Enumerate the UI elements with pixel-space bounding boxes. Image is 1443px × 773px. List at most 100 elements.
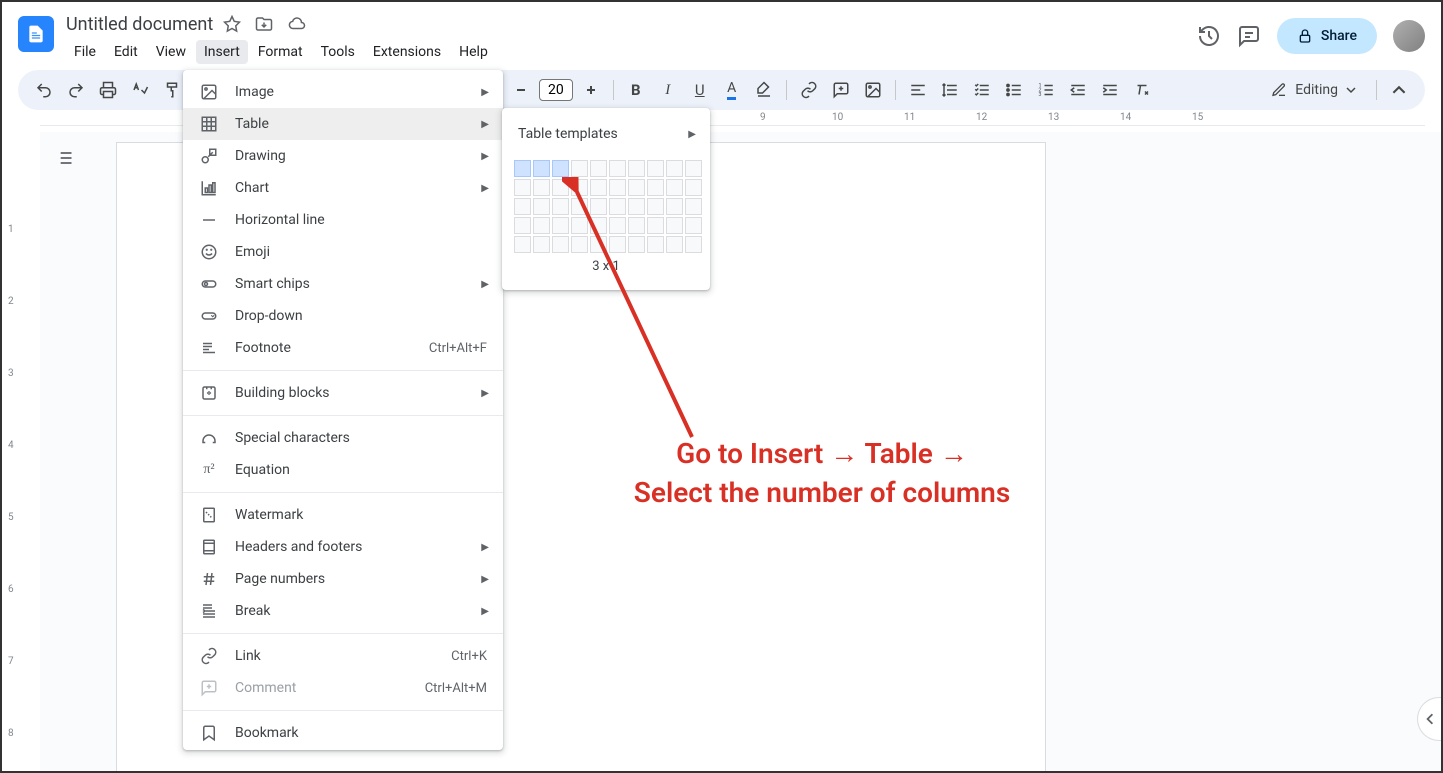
grid-cell[interactable] xyxy=(590,236,607,253)
editing-mode-button[interactable]: Editing xyxy=(1259,78,1368,102)
grid-cell[interactable] xyxy=(647,217,664,234)
insert-headers-and-footers[interactable]: Headers and footers▶ xyxy=(183,531,503,563)
grid-cell[interactable] xyxy=(571,179,588,196)
insert-watermark[interactable]: Watermark xyxy=(183,499,503,531)
insert-chart[interactable]: Chart▶ xyxy=(183,172,503,204)
grid-cell[interactable] xyxy=(552,179,569,196)
grid-cell[interactable] xyxy=(647,236,664,253)
share-button[interactable]: Share xyxy=(1277,18,1377,54)
grid-cell[interactable] xyxy=(590,160,607,177)
grid-cell[interactable] xyxy=(666,179,683,196)
insert-link[interactable]: LinkCtrl+K xyxy=(183,640,503,672)
menu-tools[interactable]: Tools xyxy=(313,40,363,64)
grid-cell[interactable] xyxy=(666,160,683,177)
insert-image-button[interactable] xyxy=(859,76,887,104)
grid-cell[interactable] xyxy=(514,198,531,215)
grid-cell[interactable] xyxy=(666,217,683,234)
grid-cell[interactable] xyxy=(514,179,531,196)
insert-image[interactable]: Image▶ xyxy=(183,76,503,108)
insert-special-characters[interactable]: Special characters xyxy=(183,422,503,454)
bold-button[interactable]: B xyxy=(622,76,650,104)
insert-footnote[interactable]: FootnoteCtrl+Alt+F xyxy=(183,332,503,364)
grid-cell[interactable] xyxy=(666,198,683,215)
grid-cell[interactable] xyxy=(609,179,626,196)
font-size-inc-button[interactable] xyxy=(577,76,605,104)
history-icon[interactable] xyxy=(1197,24,1221,48)
insert-break[interactable]: Break▶ xyxy=(183,595,503,627)
move-icon[interactable] xyxy=(255,15,273,33)
menu-help[interactable]: Help xyxy=(451,40,496,64)
avatar[interactable] xyxy=(1393,20,1425,52)
grid-cell[interactable] xyxy=(647,160,664,177)
collapse-toolbar-button[interactable] xyxy=(1385,76,1413,104)
italic-button[interactable]: I xyxy=(654,76,682,104)
grid-cell[interactable] xyxy=(685,217,702,234)
grid-cell[interactable] xyxy=(609,236,626,253)
grid-cell[interactable] xyxy=(514,236,531,253)
menu-insert[interactable]: Insert xyxy=(196,40,248,64)
grid-cell[interactable] xyxy=(628,198,645,215)
checklist-button[interactable] xyxy=(968,76,996,104)
menu-edit[interactable]: Edit xyxy=(106,40,146,64)
underline-button[interactable]: U xyxy=(686,76,714,104)
grid-cell[interactable] xyxy=(571,198,588,215)
table-templates-item[interactable]: Table templates ▶ xyxy=(502,116,710,152)
grid-cell[interactable] xyxy=(685,236,702,253)
numbered-list-button[interactable]: 123 xyxy=(1032,76,1060,104)
grid-cell[interactable] xyxy=(628,160,645,177)
grid-cell[interactable] xyxy=(590,198,607,215)
insert-emoji[interactable]: Emoji xyxy=(183,236,503,268)
text-color-button[interactable]: A xyxy=(718,76,746,104)
add-comment-button[interactable] xyxy=(827,76,855,104)
grid-cell[interactable] xyxy=(685,160,702,177)
grid-cell[interactable] xyxy=(552,198,569,215)
indent-inc-button[interactable] xyxy=(1096,76,1124,104)
grid-cell[interactable] xyxy=(609,198,626,215)
grid-cell[interactable] xyxy=(647,198,664,215)
grid-cell[interactable] xyxy=(647,179,664,196)
grid-cell[interactable] xyxy=(628,217,645,234)
grid-cell[interactable] xyxy=(628,179,645,196)
highlight-button[interactable] xyxy=(750,76,778,104)
insert-page-numbers[interactable]: Page numbers▶ xyxy=(183,563,503,595)
insert-horizontal-line[interactable]: Horizontal line xyxy=(183,204,503,236)
grid-cell[interactable] xyxy=(628,236,645,253)
cloud-status-icon[interactable] xyxy=(287,15,307,33)
grid-cell[interactable] xyxy=(609,160,626,177)
grid-cell[interactable] xyxy=(533,179,550,196)
insert-bookmark[interactable]: Bookmark xyxy=(183,717,503,749)
table-grid-picker[interactable]: 3 x 1 xyxy=(502,152,710,278)
paint-format-button[interactable] xyxy=(158,76,186,104)
insert-drawing[interactable]: Drawing▶ xyxy=(183,140,503,172)
line-spacing-button[interactable] xyxy=(936,76,964,104)
insert-drop-down[interactable]: Drop-down xyxy=(183,300,503,332)
grid-cell[interactable] xyxy=(552,236,569,253)
clear-format-button[interactable] xyxy=(1128,76,1156,104)
insert-smart-chips[interactable]: Smart chips▶ xyxy=(183,268,503,300)
grid-cell[interactable] xyxy=(514,160,531,177)
align-button[interactable] xyxy=(904,76,932,104)
grid-cell[interactable] xyxy=(571,236,588,253)
ruler-vertical[interactable]: 12345678 xyxy=(6,132,22,771)
menu-view[interactable]: View xyxy=(148,40,194,64)
doc-title[interactable]: Untitled document xyxy=(66,14,213,35)
grid-cell[interactable] xyxy=(514,217,531,234)
bullet-list-button[interactable] xyxy=(1000,76,1028,104)
grid-cell[interactable] xyxy=(533,217,550,234)
grid-cell[interactable] xyxy=(533,160,550,177)
grid-cell[interactable] xyxy=(552,217,569,234)
grid-cell[interactable] xyxy=(685,198,702,215)
star-icon[interactable] xyxy=(223,15,241,33)
insert-building-blocks[interactable]: Building blocks▶ xyxy=(183,377,503,409)
font-size-dec-button[interactable] xyxy=(507,76,535,104)
grid-cell[interactable] xyxy=(571,217,588,234)
insert-table[interactable]: Table▶ xyxy=(183,108,503,140)
redo-button[interactable] xyxy=(62,76,90,104)
grid-cell[interactable] xyxy=(590,217,607,234)
menu-extensions[interactable]: Extensions xyxy=(365,40,449,64)
insert-equation[interactable]: π²Equation xyxy=(183,454,503,486)
menu-file[interactable]: File xyxy=(66,40,104,64)
menu-format[interactable]: Format xyxy=(250,40,311,64)
grid-cell[interactable] xyxy=(685,179,702,196)
grid-cell[interactable] xyxy=(609,217,626,234)
